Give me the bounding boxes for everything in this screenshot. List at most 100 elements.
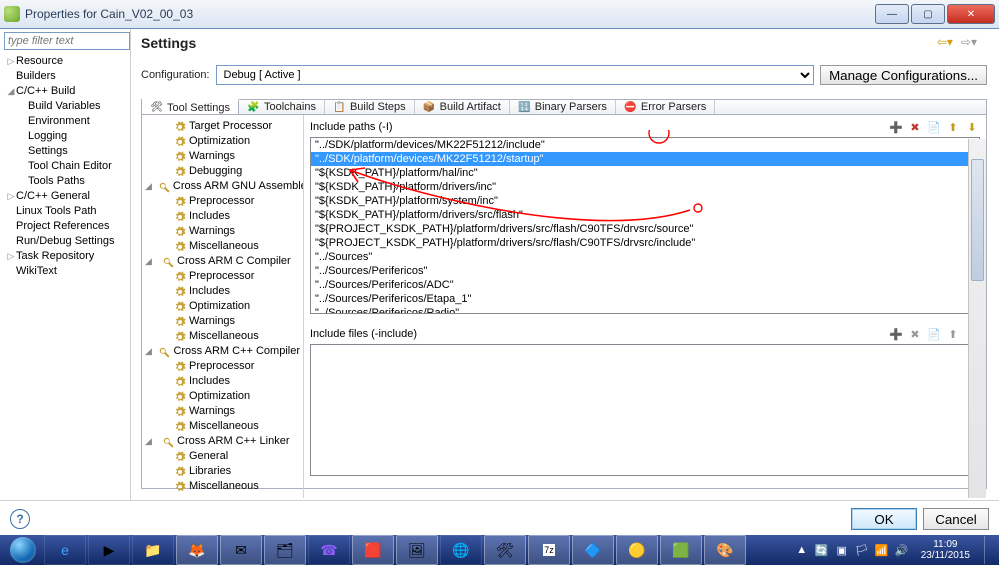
taskbar-app5-icon[interactable]: 🟩 [660, 535, 702, 565]
tool-tree-item[interactable]: Miscellaneous [145, 329, 300, 344]
tool-tree-item[interactable]: ◢Cross ARM C Compiler [145, 254, 300, 269]
tool-tree-item[interactable]: Includes [145, 374, 300, 389]
nav-item[interactable]: Run/Debug Settings [6, 234, 130, 249]
taskbar-viber-icon[interactable]: ☎ [308, 535, 350, 565]
tool-tree-item[interactable]: Preprocessor [145, 359, 300, 374]
tool-tree-item[interactable]: ◢Cross ARM C++ Linker [145, 434, 300, 449]
tool-settings-tree[interactable]: Target ProcessorOptimizationWarningsDebu… [142, 115, 304, 498]
nav-item[interactable]: ▷Task Repository [6, 249, 130, 264]
filter-input[interactable] [4, 32, 130, 50]
taskbar-kds-icon[interactable]: 🛠 [484, 535, 526, 565]
maximize-button[interactable]: ▢ [911, 4, 945, 24]
tool-tree-item[interactable]: ◢Cross ARM C++ Compiler [145, 344, 300, 359]
minimize-button[interactable]: — [875, 4, 909, 24]
include-path-row[interactable]: "../Sources/Perifericos/Radio" [311, 306, 979, 314]
include-path-row[interactable]: "${KSDK_PATH}/platform/hal/inc" [311, 166, 979, 180]
nav-item[interactable]: Environment [6, 114, 130, 129]
tab-build-steps[interactable]: 📋Build Steps [325, 100, 415, 114]
nav-item[interactable]: ▷C/C++ General [6, 189, 130, 204]
clock[interactable]: 11:0923/11/2015 [921, 539, 970, 561]
add-file-icon[interactable]: ➕ [888, 326, 904, 342]
nav-item[interactable]: ▷Resource [6, 54, 130, 69]
nav-item[interactable]: Settings [6, 144, 130, 159]
taskbar-folder-icon[interactable]: 🗂 [264, 535, 306, 565]
tool-tree-item[interactable]: Warnings [145, 314, 300, 329]
move-file-up-icon[interactable]: ⬆ [945, 326, 961, 342]
move-up-icon[interactable]: ⬆ [945, 119, 961, 135]
tab-toolchains[interactable]: 🧩Toolchains [239, 100, 325, 114]
tool-tree-item[interactable]: Warnings [145, 224, 300, 239]
taskbar-app4-icon[interactable]: 🟡 [616, 535, 658, 565]
tool-tree-item[interactable]: Optimization [145, 134, 300, 149]
delete-file-icon[interactable]: ✖ [907, 326, 923, 342]
tool-tree-item[interactable]: Preprocessor [145, 269, 300, 284]
taskbar-media-icon[interactable]: ▶ [88, 535, 130, 565]
show-desktop-button[interactable] [984, 536, 995, 564]
tool-tree-item[interactable]: Optimization [145, 389, 300, 404]
taskbar-chrome-icon[interactable]: 🌐 [440, 535, 482, 565]
include-path-row[interactable]: "../Sources" [311, 250, 979, 264]
configuration-select[interactable]: Debug [ Active ] [216, 65, 815, 85]
include-files-list[interactable] [310, 344, 980, 476]
tool-tree-item[interactable]: Target Processor [145, 119, 300, 134]
scrollbar[interactable] [968, 139, 986, 498]
tool-tree-item[interactable]: Includes [145, 209, 300, 224]
nav-item[interactable]: Build Variables [6, 99, 130, 114]
nav-item[interactable]: Builders [6, 69, 130, 84]
close-button[interactable]: ✕ [947, 4, 995, 24]
taskbar-app-icon[interactable]: 🟥 [352, 535, 394, 565]
manage-configurations-button[interactable]: Manage Configurations... [820, 65, 987, 85]
include-paths-list[interactable]: "../SDK/platform/devices/MK22F51212/incl… [310, 137, 980, 314]
include-path-row[interactable]: "../Sources/Perifericos/ADC" [311, 278, 979, 292]
nav-item[interactable]: WikiText [6, 264, 130, 279]
tool-tree-item[interactable]: Preprocessor [145, 194, 300, 209]
taskbar-app3-icon[interactable]: 🔷 [572, 535, 614, 565]
tool-tree-item[interactable]: Miscellaneous [145, 479, 300, 494]
taskbar-thunderbird-icon[interactable]: ✉ [220, 535, 262, 565]
tool-tree-item[interactable]: ◢Cross ARM GNU Assembler [145, 179, 300, 194]
add-path-icon[interactable]: ➕ [888, 119, 904, 135]
nav-item[interactable]: Linux Tools Path [6, 204, 130, 219]
start-button[interactable] [4, 535, 42, 565]
include-path-row[interactable]: "../Sources/Perifericos/Etapa_1" [311, 292, 979, 306]
include-path-row[interactable]: "../SDK/platform/devices/MK22F51212/incl… [311, 138, 979, 152]
ok-button[interactable]: OK [851, 508, 917, 530]
tool-tree-item[interactable]: Miscellaneous [145, 419, 300, 434]
tab-tool-settings[interactable]: 🛠Tool Settings [142, 99, 239, 114]
tool-tree-item[interactable]: Warnings [145, 404, 300, 419]
tool-tree-item[interactable]: Miscellaneous [145, 239, 300, 254]
tool-tree-item[interactable]: Libraries [145, 464, 300, 479]
include-path-row[interactable]: "${KSDK_PATH}/platform/drivers/inc" [311, 180, 979, 194]
include-path-row[interactable]: "../Sources/Perifericos" [311, 264, 979, 278]
taskbar-paint-icon[interactable]: 🎨 [704, 535, 746, 565]
include-path-row[interactable]: "${PROJECT_KSDK_PATH}/platform/drivers/s… [311, 236, 979, 250]
tool-tree-item[interactable]: Debugging [145, 164, 300, 179]
taskbar-app2-icon[interactable]: 🖼 [396, 535, 438, 565]
tray-up-icon[interactable]: ▲ [795, 543, 809, 557]
category-tree[interactable]: ▷ResourceBuilders◢C/C++ BuildBuild Varia… [0, 54, 130, 279]
tab-build-artifact[interactable]: 📦Build Artifact [415, 100, 510, 114]
taskbar-7z-icon[interactable]: 7z [528, 535, 570, 565]
tray-flag-icon[interactable]: 🏳 [855, 543, 869, 557]
nav-item[interactable]: Project References [6, 219, 130, 234]
nav-back-icon[interactable]: ⇦▾ [937, 35, 953, 49]
delete-path-icon[interactable]: ✖ [907, 119, 923, 135]
taskbar-ie-icon[interactable]: e [44, 535, 86, 565]
taskbar-firefox-icon[interactable]: 🦊 [176, 535, 218, 565]
nav-item[interactable]: ◢C/C++ Build [6, 84, 130, 99]
include-path-row[interactable]: "${KSDK_PATH}/platform/system/inc" [311, 194, 979, 208]
edit-file-icon[interactable]: 📄 [926, 326, 942, 342]
nav-item[interactable]: Tool Chain Editor [6, 159, 130, 174]
tab-error-parsers[interactable]: ⛔Error Parsers [616, 100, 715, 114]
nav-item[interactable]: Tools Paths [6, 174, 130, 189]
help-icon[interactable]: ? [10, 509, 30, 529]
cancel-button[interactable]: Cancel [923, 508, 989, 530]
tool-tree-item[interactable]: General [145, 449, 300, 464]
tray-sync-icon[interactable]: 🔄 [815, 543, 829, 557]
tray-volume-icon[interactable]: 🔊 [895, 543, 909, 557]
tool-tree-item[interactable]: Warnings [145, 149, 300, 164]
tray-app-icon[interactable]: ▣ [835, 543, 849, 557]
move-down-icon[interactable]: ⬇ [964, 119, 980, 135]
tab-binary-parsers[interactable]: 🔢Binary Parsers [510, 100, 616, 114]
nav-forward-icon[interactable]: ⇨▾ [961, 35, 977, 49]
